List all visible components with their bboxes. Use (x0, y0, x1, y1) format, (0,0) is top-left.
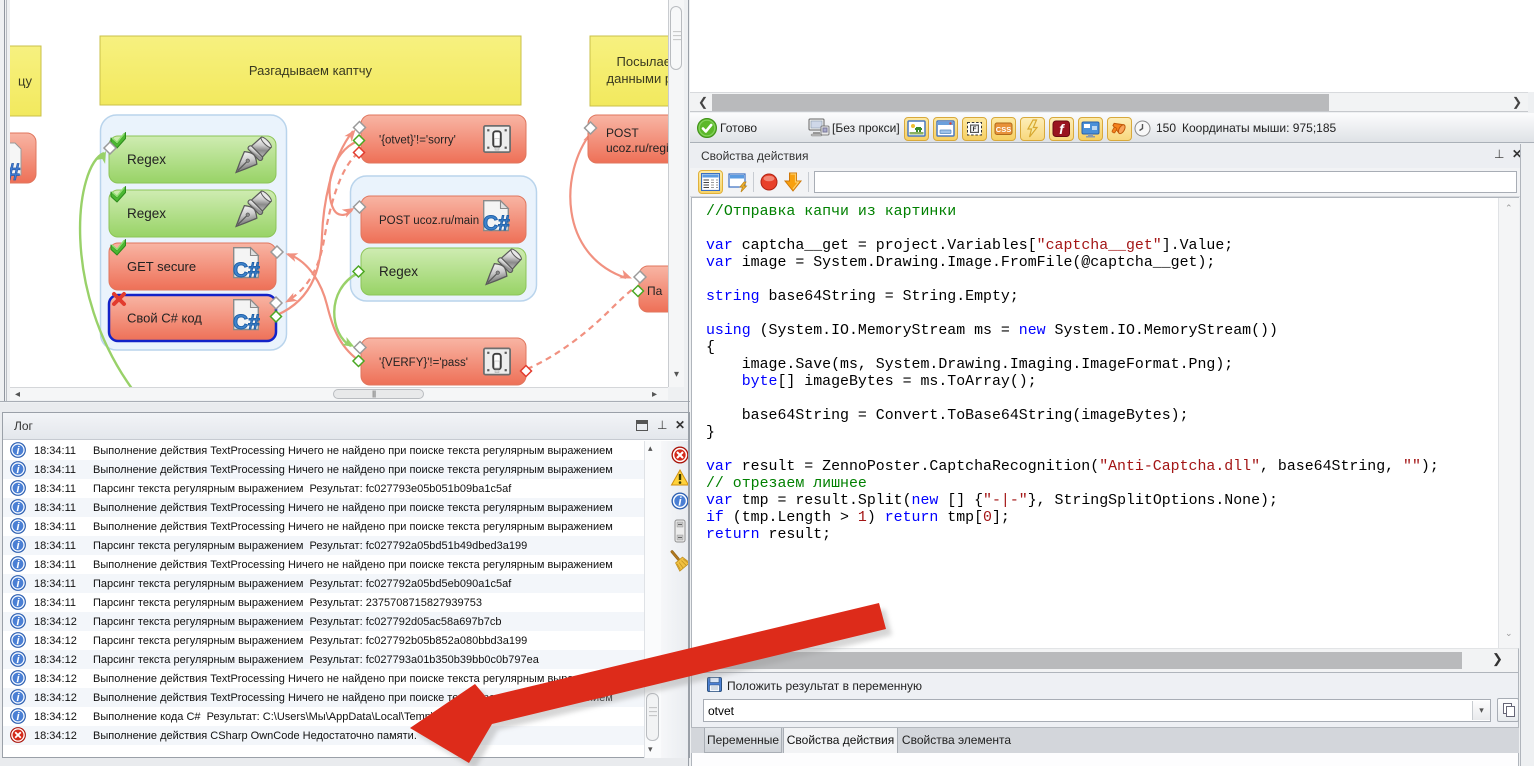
svg-text:F: F (973, 126, 977, 133)
svg-text:Regex: Regex (127, 152, 166, 167)
svg-text:C#: C# (233, 311, 260, 334)
svg-text:POST ucoz.ru/main: POST ucoz.ru/main (379, 215, 479, 227)
svg-text:данными р: данными р (607, 71, 669, 86)
svg-text:Regex: Regex (379, 264, 418, 279)
svg-text:GET secure: GET secure (127, 259, 196, 274)
svg-text:#: # (10, 159, 20, 186)
svg-text:Regex: Regex (127, 206, 166, 221)
svg-text:C#: C# (483, 212, 510, 235)
svg-text:цу: цу (18, 74, 32, 89)
svg-text:Разгадываем каптчу: Разгадываем каптчу (249, 63, 373, 78)
svg-text:Посылаем: Посылаем (617, 54, 669, 69)
svg-text:POST: POST (606, 126, 639, 140)
svg-text:'{otvet}'!='sorry': '{otvet}'!='sorry' (379, 135, 456, 147)
svg-text:CSS: CSS (996, 125, 1011, 134)
svg-text:C#: C# (233, 259, 260, 282)
svg-text:Па: Па (647, 284, 663, 298)
svg-text:'{VERFY}'!='pass': '{VERFY}'!='pass' (379, 357, 468, 369)
svg-text:ucoz.ru/regis: ucoz.ru/regis (606, 141, 668, 155)
svg-text:Свой C# код: Свой C# код (127, 311, 202, 326)
